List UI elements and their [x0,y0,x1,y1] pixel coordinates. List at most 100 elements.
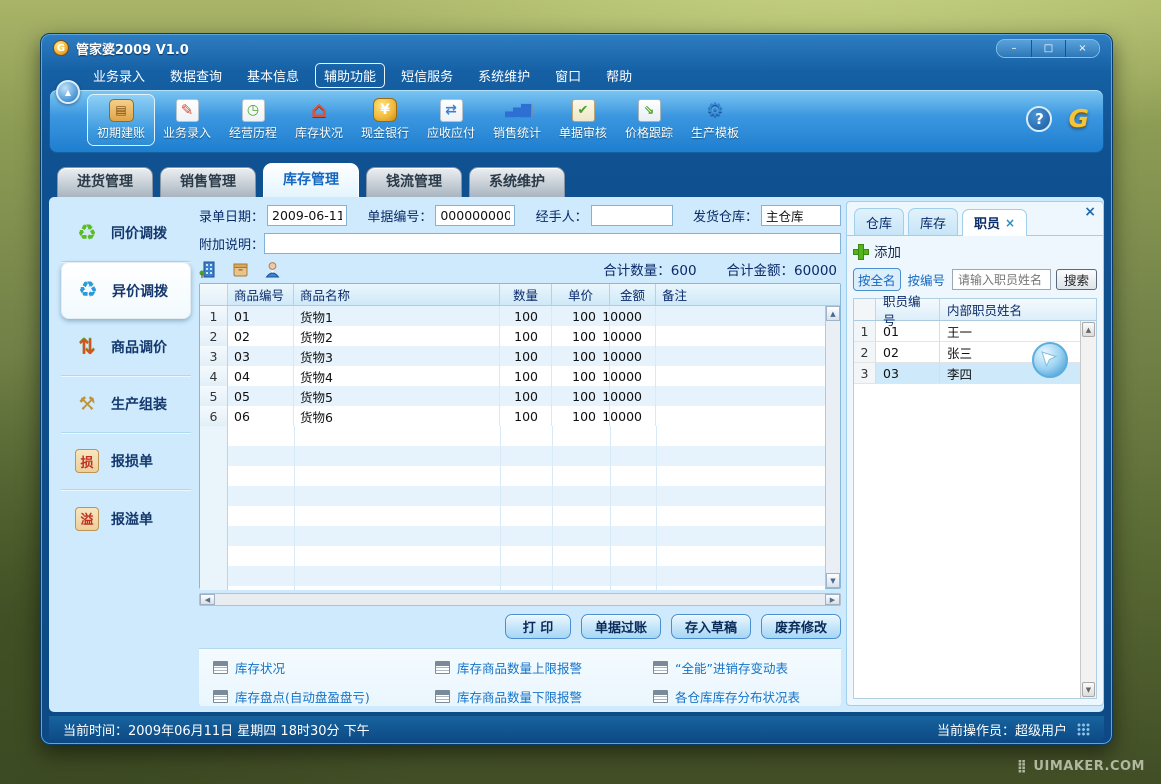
search-by-code-toggle[interactable]: 按编号 [906,269,948,290]
menu-item[interactable]: 基本信息 [239,64,307,87]
sidebar-item[interactable]: 同价调拨 [61,205,191,262]
toolbar-item-label: 经营历程 [220,124,286,141]
scroll-up-icon[interactable]: ▲ [1082,322,1095,337]
report-link[interactable]: “全能”进销存变动表 [653,658,837,677]
minimize-button[interactable]: – [997,40,1031,57]
help-icon[interactable]: ? [1026,106,1052,132]
menu-item[interactable]: 短信服务 [393,64,461,87]
col-header-name: 商品名称 [294,284,500,305]
search-button[interactable]: 搜索 [1056,269,1097,290]
module-tab[interactable]: 销售管理 [160,167,256,197]
scroll-down-icon[interactable]: ▼ [826,573,840,588]
scroll-down-icon[interactable]: ▼ [1082,682,1095,697]
toolbar-item[interactable]: 生产模板 [682,95,748,145]
col-header-qty: 数量 [500,284,552,305]
menu-item[interactable]: 辅助功能 [316,64,384,87]
report-icon [435,661,450,674]
staff-vertical-scrollbar[interactable]: ▲ ▼ [1080,321,1096,698]
resize-grip[interactable] [1077,723,1090,736]
add-staff-button[interactable]: 添加 [853,239,1097,263]
item-row[interactable]: 5 05 货物5 100 100 10000 [200,386,825,406]
item-row[interactable]: 1 01 货物1 100 100 10000 [200,306,825,326]
items-vertical-scrollbar[interactable]: ▲ ▼ [825,306,840,588]
items-horizontal-scrollbar[interactable]: ◀ ▶ [199,593,841,606]
module-tab[interactable]: 系统维护 [469,167,565,197]
note-field[interactable] [264,233,841,254]
toolbar-item-icon [372,98,398,122]
item-row[interactable]: 3 03 货物3 100 100 10000 [200,346,825,366]
toolbar-item[interactable]: 库存状况 [286,95,352,145]
module-tab[interactable]: 钱流管理 [366,167,462,197]
staff-row[interactable]: 1 01 王一 [854,321,1080,342]
tab-stock[interactable]: 库存 [908,208,958,235]
toolbar-item-icon [306,98,332,122]
document-panel: 录单日期： 单据编号： 经手人： 发货仓库： [199,205,841,706]
item-row[interactable]: 2 02 货物2 100 100 10000 [200,326,825,346]
window-title: 管家婆2009 V1.0 [76,39,189,58]
report-link[interactable]: 各仓库库存分布状况表 [653,687,837,706]
sidebar-item[interactable]: 异价调拨 [61,262,191,319]
toolbar-item[interactable]: 经营历程 [220,95,286,145]
staff-search-input[interactable] [952,269,1051,290]
scroll-left-icon[interactable]: ◀ [200,594,215,605]
tab-close-icon[interactable]: × [1005,216,1015,230]
brand-logo-icon: G [1068,104,1089,133]
tab-warehouse[interactable]: 仓库 [854,208,904,235]
sidebar-item[interactable]: 报损单 [61,433,191,490]
report-icon [435,690,450,703]
panel-close-icon[interactable]: × [1084,205,1096,219]
report-link[interactable]: 库存盘点(自动盘盈盘亏) [213,687,435,706]
toolbar-item-icon [636,98,662,122]
toolbar-item[interactable]: 现金银行 [352,95,418,145]
date-field[interactable] [267,205,347,226]
toolbar-item-icon [570,98,596,122]
sidebar-item-label: 报溢单 [111,509,153,529]
toolbar-item-label: 单据审核 [550,124,616,141]
toolbar-item[interactable]: 初期建账 [88,95,154,145]
report-link[interactable]: 库存商品数量上限报警 [435,658,653,677]
save-draft-button[interactable]: 存入草稿 [671,614,751,639]
item-row[interactable]: 4 04 货物4 100 100 10000 [200,366,825,386]
menu-item[interactable]: 业务录入 [85,64,153,87]
report-link[interactable]: 库存商品数量下限报警 [435,687,653,706]
module-tab[interactable]: 库存管理 [263,163,359,197]
close-button[interactable]: × [1065,40,1099,57]
toolbar-item[interactable]: 销售统计 [484,95,550,145]
item-row[interactable]: 6 06 货物6 100 100 10000 [200,406,825,426]
tab-staff[interactable]: 职员 × [962,209,1027,236]
sidebar-item[interactable]: 商品调价 [61,319,191,376]
post-document-button[interactable]: 单据过账 [581,614,661,639]
menu-item[interactable]: 系统维护 [470,64,538,87]
toolbar-item[interactable]: 业务录入 [154,95,220,145]
menu-item[interactable]: 帮助 [598,64,640,87]
maximize-button[interactable]: □ [1031,40,1065,57]
sidebar-item[interactable]: 报溢单 [61,490,191,547]
print-button[interactable]: 打 印 [505,614,571,639]
watermark-icon: ⣿ [1017,759,1028,774]
report-link[interactable]: 库存状况 [213,658,435,677]
scroll-right-icon[interactable]: ▶ [825,594,840,605]
app-logo-icon: G [53,40,69,56]
doc-number-field[interactable] [435,205,515,226]
report-icon [213,661,228,674]
col-header-price: 单价 [552,284,610,305]
warehouse-field[interactable] [761,205,841,226]
scroll-up-icon[interactable]: ▲ [826,306,840,321]
toolbar-item[interactable]: 应收应付 [418,95,484,145]
staff-icon[interactable] [263,260,282,279]
handler-field[interactable] [591,205,673,226]
warehouse-icon[interactable] [199,260,218,279]
sidebar-item-icon [74,391,100,417]
toolbar-item[interactable]: 单据审核 [550,95,616,145]
search-by-name-toggle[interactable]: 按全名 [853,268,901,291]
collapse-toolbar-button[interactable]: ▲ [56,80,80,104]
sidebar-item[interactable]: 生产组装 [61,376,191,433]
toolbar-item[interactable]: 价格跟踪 [616,95,682,145]
menu-item[interactable]: 数据查询 [162,64,230,87]
sidebar-item-icon [74,506,100,532]
menu-bar: 业务录入数据查询基本信息辅助功能短信服务系统维护窗口帮助 [41,62,1112,89]
module-tab[interactable]: 进货管理 [57,167,153,197]
menu-item[interactable]: 窗口 [547,64,589,87]
stock-box-icon[interactable] [231,260,250,279]
discard-changes-button[interactable]: 废弃修改 [761,614,841,639]
